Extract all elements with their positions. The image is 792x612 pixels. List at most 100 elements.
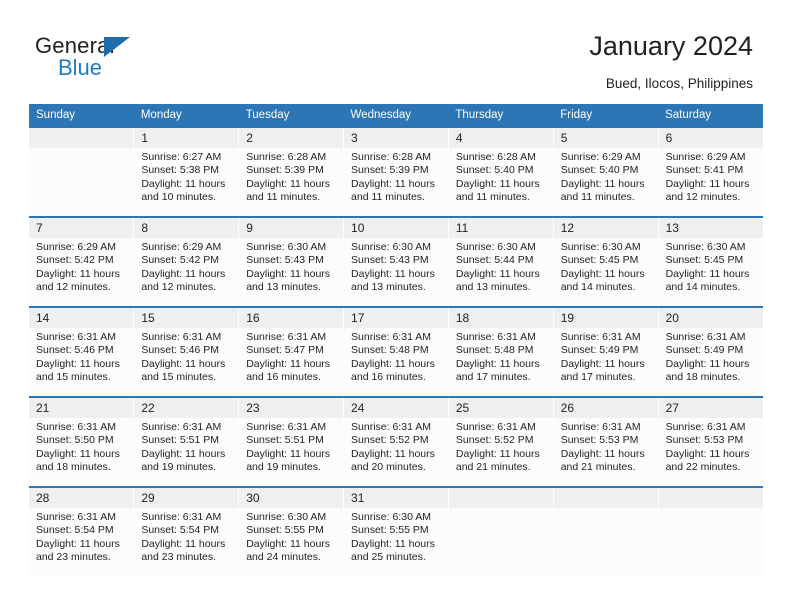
sunrise-text: Sunrise: 6:30 AM bbox=[665, 241, 746, 253]
day-number-cell[interactable]: 9 bbox=[238, 218, 345, 238]
day-detail-cell[interactable]: Sunrise: 6:28 AM Sunset: 5:40 PM Daylight:… bbox=[448, 148, 554, 216]
day-detail-cell[interactable]: Sunrise: 6:30 AM Sunset: 5:55 PM Daylight:… bbox=[343, 508, 449, 576]
day-number-cell[interactable]: 17 bbox=[343, 308, 449, 328]
sunrise-text: Sunrise: 6:31 AM bbox=[455, 421, 536, 433]
empty-day-detail-cell bbox=[658, 508, 763, 576]
day-number-row: 7 8 9 10 11 12 13 bbox=[29, 218, 763, 238]
day-detail-cell[interactable]: Sunrise: 6:30 AM Sunset: 5:45 PM Daylight:… bbox=[553, 238, 659, 306]
day-number-cell[interactable]: 19 bbox=[553, 308, 659, 328]
sunset-text: Sunset: 5:46 PM bbox=[141, 344, 219, 357]
sunrise-text: Sunrise: 6:31 AM bbox=[351, 331, 431, 343]
sunset-text: Sunset: 5:40 PM bbox=[455, 164, 534, 177]
day-detail-cell[interactable]: Sunrise: 6:29 AM Sunset: 5:41 PM Daylight:… bbox=[658, 148, 763, 216]
day-number-cell[interactable]: 12 bbox=[553, 218, 659, 238]
day-number-cell[interactable]: 15 bbox=[133, 308, 240, 328]
day-number-cell[interactable]: 13 bbox=[658, 218, 763, 238]
dow-header-sunday: Sunday bbox=[29, 104, 134, 126]
day-number-cell[interactable]: 4 bbox=[448, 128, 554, 148]
day-detail-cell[interactable]: Sunrise: 6:28 AM Sunset: 5:39 PM Daylight:… bbox=[238, 148, 345, 216]
day-detail-cell[interactable]: Sunrise: 6:31 AM Sunset: 5:52 PM Daylight:… bbox=[343, 418, 449, 486]
day-number-cell[interactable]: 30 bbox=[238, 488, 345, 508]
day-detail-cell[interactable]: Sunrise: 6:28 AM Sunset: 5:39 PM Daylight:… bbox=[343, 148, 449, 216]
day-number-cell[interactable]: 23 bbox=[238, 398, 345, 418]
day-number-cell[interactable]: 8 bbox=[133, 218, 240, 238]
day-number-cell[interactable]: 10 bbox=[343, 218, 449, 238]
day-number-cell[interactable]: 2 bbox=[238, 128, 345, 148]
day-detail-cell[interactable]: Sunrise: 6:29 AM Sunset: 5:42 PM Daylight:… bbox=[29, 238, 135, 306]
day-detail-cell[interactable]: Sunrise: 6:31 AM Sunset: 5:50 PM Daylight:… bbox=[29, 418, 135, 486]
sunrise-text: Sunrise: 6:31 AM bbox=[560, 421, 641, 433]
day-number-cell[interactable]: 18 bbox=[448, 308, 554, 328]
general-blue-logo: General Blue bbox=[35, 34, 235, 86]
day-detail-cell[interactable]: Sunrise: 6:31 AM Sunset: 5:53 PM Daylight:… bbox=[553, 418, 659, 486]
day-number-cell[interactable]: 22 bbox=[133, 398, 240, 418]
day-number-cell[interactable]: 27 bbox=[658, 398, 763, 418]
day-detail-cell[interactable]: Sunrise: 6:31 AM Sunset: 5:53 PM Daylight:… bbox=[658, 418, 763, 486]
day-detail-cell[interactable]: Sunrise: 6:30 AM Sunset: 5:44 PM Daylight:… bbox=[448, 238, 554, 306]
sunrise-sunset-calendar: Sunday Monday Tuesday Wednesday Thursday… bbox=[29, 104, 763, 576]
daylight-text: Daylight: 11 hours and 12 minutes. bbox=[665, 177, 750, 204]
day-of-week-header-row: Sunday Monday Tuesday Wednesday Thursday… bbox=[29, 104, 763, 126]
day-detail-cell[interactable]: Sunrise: 6:29 AM Sunset: 5:40 PM Daylight:… bbox=[553, 148, 659, 216]
day-detail-cell[interactable]: Sunrise: 6:31 AM Sunset: 5:49 PM Daylight:… bbox=[553, 328, 659, 396]
day-detail-cell[interactable]: Sunrise: 6:31 AM Sunset: 5:54 PM Daylight:… bbox=[133, 508, 240, 576]
day-number-row: 14 15 16 17 18 19 20 bbox=[29, 308, 763, 328]
day-number-cell[interactable]: 28 bbox=[29, 488, 135, 508]
day-detail-cell[interactable]: Sunrise: 6:31 AM Sunset: 5:51 PM Daylight:… bbox=[133, 418, 240, 486]
daylight-text: Daylight: 11 hours and 17 minutes. bbox=[455, 357, 540, 384]
day-number-cell[interactable]: 11 bbox=[448, 218, 554, 238]
sunset-text: Sunset: 5:40 PM bbox=[560, 164, 639, 177]
day-detail-cell[interactable]: Sunrise: 6:27 AM Sunset: 5:38 PM Daylight:… bbox=[133, 148, 240, 216]
day-number-cell[interactable]: 5 bbox=[553, 128, 659, 148]
sunrise-text: Sunrise: 6:30 AM bbox=[560, 241, 641, 253]
daylight-text: Daylight: 11 hours and 11 minutes. bbox=[351, 177, 435, 204]
day-detail-cell[interactable]: Sunrise: 6:30 AM Sunset: 5:43 PM Daylight:… bbox=[238, 238, 345, 306]
sunset-text: Sunset: 5:54 PM bbox=[141, 524, 219, 537]
day-number-cell[interactable]: 3 bbox=[343, 128, 449, 148]
sunrise-text: Sunrise: 6:30 AM bbox=[455, 241, 536, 253]
day-number-cell[interactable]: 29 bbox=[133, 488, 240, 508]
sunrise-text: Sunrise: 6:29 AM bbox=[141, 241, 222, 253]
day-detail-cell[interactable]: Sunrise: 6:31 AM Sunset: 5:48 PM Daylight:… bbox=[343, 328, 449, 396]
daylight-text: Daylight: 11 hours and 12 minutes. bbox=[141, 267, 226, 294]
day-number-cell[interactable]: 25 bbox=[448, 398, 554, 418]
day-detail-cell[interactable]: Sunrise: 6:31 AM Sunset: 5:46 PM Daylight:… bbox=[133, 328, 240, 396]
dow-header-thursday: Thursday bbox=[448, 104, 554, 126]
sunset-text: Sunset: 5:42 PM bbox=[141, 254, 219, 267]
daylight-text: Daylight: 11 hours and 13 minutes. bbox=[246, 267, 331, 294]
sunrise-text: Sunrise: 6:30 AM bbox=[351, 241, 431, 253]
day-detail-cell[interactable]: Sunrise: 6:31 AM Sunset: 5:54 PM Daylight:… bbox=[29, 508, 135, 576]
daylight-text: Daylight: 11 hours and 11 minutes. bbox=[455, 177, 540, 204]
daylight-text: Daylight: 11 hours and 24 minutes. bbox=[246, 537, 331, 564]
day-detail-cell[interactable]: Sunrise: 6:31 AM Sunset: 5:49 PM Daylight:… bbox=[658, 328, 763, 396]
day-detail-cell[interactable]: Sunrise: 6:30 AM Sunset: 5:43 PM Daylight:… bbox=[343, 238, 449, 306]
day-number-cell[interactable]: 20 bbox=[658, 308, 763, 328]
day-detail-cell[interactable]: Sunrise: 6:31 AM Sunset: 5:48 PM Daylight:… bbox=[448, 328, 554, 396]
day-number-cell[interactable]: 31 bbox=[343, 488, 449, 508]
daylight-text: Daylight: 11 hours and 17 minutes. bbox=[560, 357, 645, 384]
day-detail-cell[interactable]: Sunrise: 6:29 AM Sunset: 5:42 PM Daylight:… bbox=[133, 238, 240, 306]
day-detail-cell[interactable]: Sunrise: 6:30 AM Sunset: 5:55 PM Daylight:… bbox=[238, 508, 345, 576]
day-detail-cell[interactable]: Sunrise: 6:31 AM Sunset: 5:47 PM Daylight:… bbox=[238, 328, 345, 396]
day-info-row: Sunrise: 6:29 AM Sunset: 5:42 PM Daylight:… bbox=[29, 238, 763, 306]
day-detail-cell[interactable]: Sunrise: 6:30 AM Sunset: 5:45 PM Daylight:… bbox=[658, 238, 763, 306]
daylight-text: Daylight: 11 hours and 19 minutes. bbox=[246, 447, 331, 474]
day-number-cell[interactable]: 6 bbox=[658, 128, 763, 148]
day-info-row: Sunrise: 6:31 AM Sunset: 5:46 PM Daylight:… bbox=[29, 328, 763, 396]
day-number-cell[interactable]: 24 bbox=[343, 398, 449, 418]
day-number-cell[interactable]: 7 bbox=[29, 218, 135, 238]
day-number-cell[interactable]: 1 bbox=[133, 128, 240, 148]
sunset-text: Sunset: 5:44 PM bbox=[455, 254, 534, 267]
day-number-row: 28 29 30 31 bbox=[29, 488, 763, 508]
day-number-cell[interactable]: 21 bbox=[29, 398, 135, 418]
daylight-text: Daylight: 11 hours and 14 minutes. bbox=[665, 267, 750, 294]
day-number-cell[interactable]: 26 bbox=[553, 398, 659, 418]
logo-triangle-icon bbox=[104, 37, 130, 57]
daylight-text: Daylight: 11 hours and 18 minutes. bbox=[665, 357, 750, 384]
daylight-text: Daylight: 11 hours and 23 minutes. bbox=[36, 537, 120, 564]
day-detail-cell[interactable]: Sunrise: 6:31 AM Sunset: 5:46 PM Daylight:… bbox=[29, 328, 135, 396]
day-number-cell[interactable]: 16 bbox=[238, 308, 345, 328]
day-detail-cell[interactable]: Sunrise: 6:31 AM Sunset: 5:52 PM Daylight:… bbox=[448, 418, 554, 486]
day-number-cell[interactable]: 14 bbox=[29, 308, 135, 328]
day-detail-cell[interactable]: Sunrise: 6:31 AM Sunset: 5:51 PM Daylight:… bbox=[238, 418, 345, 486]
